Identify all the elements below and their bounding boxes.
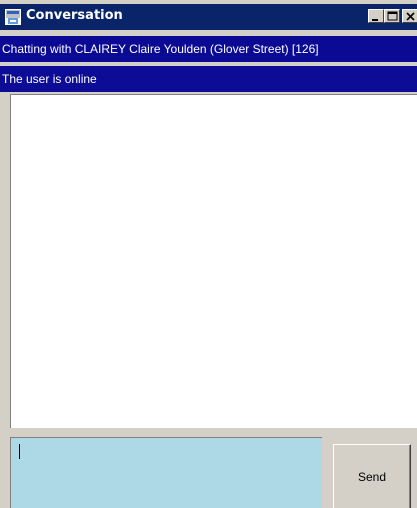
send-button-label: Send	[357, 469, 387, 484]
send-button[interactable]: Send	[333, 444, 411, 508]
title-bar[interactable]: Conversation	[0, 4, 417, 30]
close-icon	[406, 12, 415, 21]
chat-with-banner: Chatting with CLAIREY Claire Youlden (Gl…	[0, 36, 417, 62]
minimize-icon	[372, 19, 378, 21]
minimize-button[interactable]	[368, 9, 384, 23]
close-button[interactable]	[402, 9, 417, 23]
chat-app-icon	[5, 9, 21, 25]
window-title: Conversation	[26, 8, 123, 23]
message-input[interactable]	[10, 437, 322, 508]
maximize-button[interactable]	[384, 9, 400, 23]
conversation-window: Conversation Chatting with CLAIREY Clair…	[0, 0, 417, 508]
user-status-banner: The user is online	[0, 66, 417, 92]
maximize-icon	[387, 11, 398, 21]
message-history[interactable]	[10, 94, 417, 428]
text-caret	[19, 444, 20, 459]
